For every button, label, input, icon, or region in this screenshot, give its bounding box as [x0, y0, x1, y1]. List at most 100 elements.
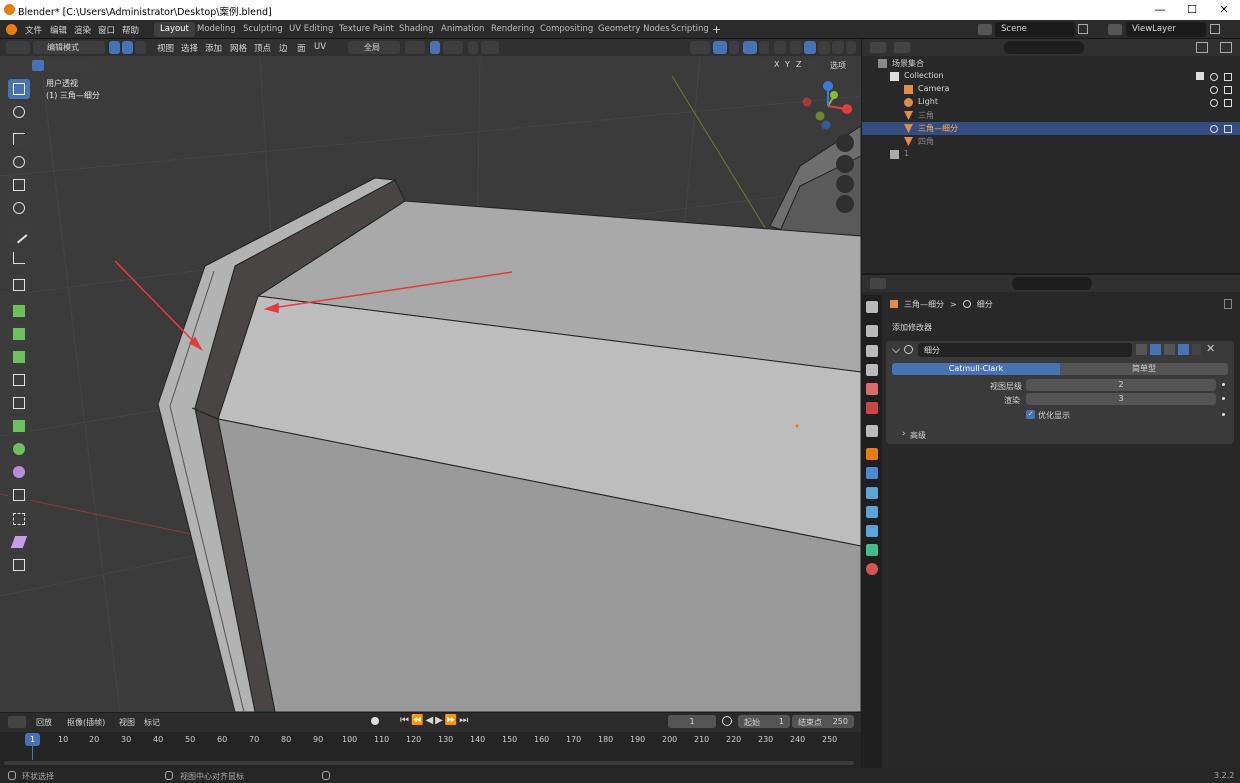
- constraints-tab-icon[interactable]: [866, 525, 878, 537]
- overlay-dropdown[interactable]: [759, 41, 769, 54]
- face-select-button[interactable]: [135, 41, 146, 54]
- menu-add[interactable]: 添加: [205, 42, 222, 54]
- tab-shading[interactable]: Shading: [393, 22, 440, 37]
- material-tab-icon[interactable]: [866, 563, 878, 575]
- new-view-layer-icon[interactable]: [1210, 24, 1220, 34]
- outliner-row-collection[interactable]: Collection: [862, 70, 1240, 83]
- camera-view-icon[interactable]: [836, 175, 854, 193]
- menu-edge[interactable]: 边: [279, 42, 288, 54]
- menu-render[interactable]: 渲染: [74, 24, 91, 36]
- snap-target-button[interactable]: [443, 41, 463, 54]
- transform-orientation-selector[interactable]: 全局: [348, 41, 400, 54]
- outliner-row-mesh-triangle[interactable]: 三角: [862, 109, 1240, 122]
- current-frame-field[interactable]: 1: [668, 715, 716, 728]
- add-cube-tool[interactable]: [8, 275, 30, 295]
- extrude-tool[interactable]: [8, 301, 30, 321]
- timeline-scrollbar[interactable]: [4, 761, 854, 765]
- record-icon[interactable]: [371, 717, 379, 725]
- properties-editor-type-icon[interactable]: [870, 278, 886, 289]
- modifier-tab-icon[interactable]: [866, 467, 878, 479]
- falloff-button[interactable]: [481, 41, 499, 54]
- output-tab-icon[interactable]: [866, 345, 878, 357]
- new-scene-icon[interactable]: [1078, 24, 1088, 34]
- menu-mesh[interactable]: 网格: [230, 42, 247, 54]
- new-collection-icon[interactable]: [1220, 42, 1232, 53]
- view-layer-selector[interactable]: ViewLayer: [1126, 22, 1206, 37]
- collapse-chevron-icon[interactable]: [892, 345, 900, 353]
- exclude-checkbox[interactable]: [1196, 72, 1204, 80]
- proportional-edit-toggle[interactable]: [468, 41, 478, 54]
- perspective-grid-icon[interactable]: [836, 195, 854, 213]
- render-levels-field[interactable]: 3: [1026, 393, 1216, 405]
- collection-tab-icon[interactable]: [866, 425, 878, 437]
- close-window-button[interactable]: ✕: [1208, 2, 1240, 18]
- snap-toggle[interactable]: [430, 41, 440, 54]
- select-new-button[interactable]: [32, 60, 44, 71]
- keyframe-dot-icon[interactable]: [1222, 413, 1225, 416]
- tool-tab-icon[interactable]: [866, 301, 878, 313]
- tab-modeling[interactable]: Modeling: [191, 22, 242, 37]
- auto-merge-icon[interactable]: [808, 59, 820, 71]
- menu-file[interactable]: 文件: [25, 24, 42, 36]
- physics-tab-icon[interactable]: [866, 506, 878, 518]
- rotate-tool[interactable]: [8, 152, 30, 172]
- spin-tool[interactable]: [8, 439, 30, 459]
- edit-mode-toggle-icon[interactable]: [1136, 344, 1147, 355]
- start-frame-field[interactable]: 起始 1: [738, 715, 790, 728]
- tab-animation[interactable]: Animation: [435, 22, 490, 37]
- move-tool[interactable]: [8, 129, 30, 149]
- pin-icon[interactable]: [1224, 299, 1232, 309]
- axis-z-toggle[interactable]: Z: [796, 60, 801, 69]
- render-tab-icon[interactable]: [866, 325, 878, 337]
- minimize-button[interactable]: —: [1144, 2, 1176, 18]
- modifier-menu-dropdown[interactable]: [1192, 344, 1201, 355]
- outliner-row-light[interactable]: Light: [862, 96, 1240, 109]
- tab-layout[interactable]: Layout: [154, 22, 195, 37]
- add-modifier-dropdown[interactable]: 添加修改器: [886, 320, 1234, 335]
- edge-slide-tool[interactable]: [8, 485, 30, 505]
- shrink-fatten-tool[interactable]: [8, 509, 30, 529]
- outliner-row-mesh-triangle-subdiv[interactable]: 三角—细分: [862, 122, 1240, 135]
- marker-menu[interactable]: 标记: [144, 717, 160, 728]
- pivot-point-button[interactable]: [405, 41, 425, 54]
- annotate-tool[interactable]: [8, 225, 30, 245]
- menu-view[interactable]: 视图: [157, 42, 174, 54]
- outliner-row-mesh-quad[interactable]: 四角: [862, 135, 1240, 148]
- blender-menu-icon[interactable]: [6, 24, 17, 35]
- rendered-shading-button[interactable]: [832, 41, 844, 54]
- material-shading-button[interactable]: [818, 41, 830, 54]
- menu-uv[interactable]: UV: [314, 42, 326, 52]
- view-layer-tab-icon[interactable]: [866, 364, 878, 376]
- tab-uv-editing[interactable]: UV Editing: [283, 22, 339, 37]
- pan-hand-icon[interactable]: [836, 155, 854, 173]
- keyframe-dot-icon[interactable]: [1222, 383, 1225, 386]
- filter-icon[interactable]: [1196, 42, 1208, 53]
- tab-scripting[interactable]: Scripting: [665, 22, 715, 37]
- tab-sculpting[interactable]: Sculpting: [237, 22, 289, 37]
- render-camera-icon[interactable]: [1224, 125, 1232, 133]
- knife-tool[interactable]: [8, 393, 30, 413]
- axis-y-toggle[interactable]: Y: [785, 60, 790, 69]
- tab-rendering[interactable]: Rendering: [485, 22, 540, 37]
- view-layer-icon[interactable]: [1108, 24, 1122, 35]
- timeline-editor-type-icon[interactable]: [8, 716, 26, 728]
- view-menu[interactable]: 视图: [119, 717, 135, 728]
- rip-region-tool[interactable]: [8, 555, 30, 575]
- select-box-tool[interactable]: [8, 79, 30, 99]
- gizmo-toggle[interactable]: [713, 41, 727, 54]
- outliner-row-collection-1[interactable]: 1: [862, 148, 1240, 161]
- poly-build-tool[interactable]: [8, 416, 30, 436]
- keyframe-dot-icon[interactable]: [1222, 397, 1225, 400]
- outliner-row-camera[interactable]: Camera: [862, 83, 1240, 96]
- transform-tool[interactable]: [8, 198, 30, 218]
- axis-x-toggle[interactable]: X: [774, 60, 779, 69]
- viewport-levels-field[interactable]: 2: [1026, 379, 1216, 391]
- cage-toggle-icon[interactable]: [1150, 344, 1161, 355]
- advanced-chevron-icon[interactable]: ›: [902, 429, 906, 439]
- navigation-gizmo[interactable]: [798, 78, 858, 138]
- loop-cut-tool[interactable]: [8, 370, 30, 390]
- zoom-icon[interactable]: [836, 134, 854, 152]
- outliner-row-scene-collection[interactable]: 场景集合: [862, 57, 1240, 70]
- advanced-subpanel[interactable]: 高级: [910, 430, 926, 441]
- tab-geometry-nodes[interactable]: Geometry Nodes: [592, 22, 676, 37]
